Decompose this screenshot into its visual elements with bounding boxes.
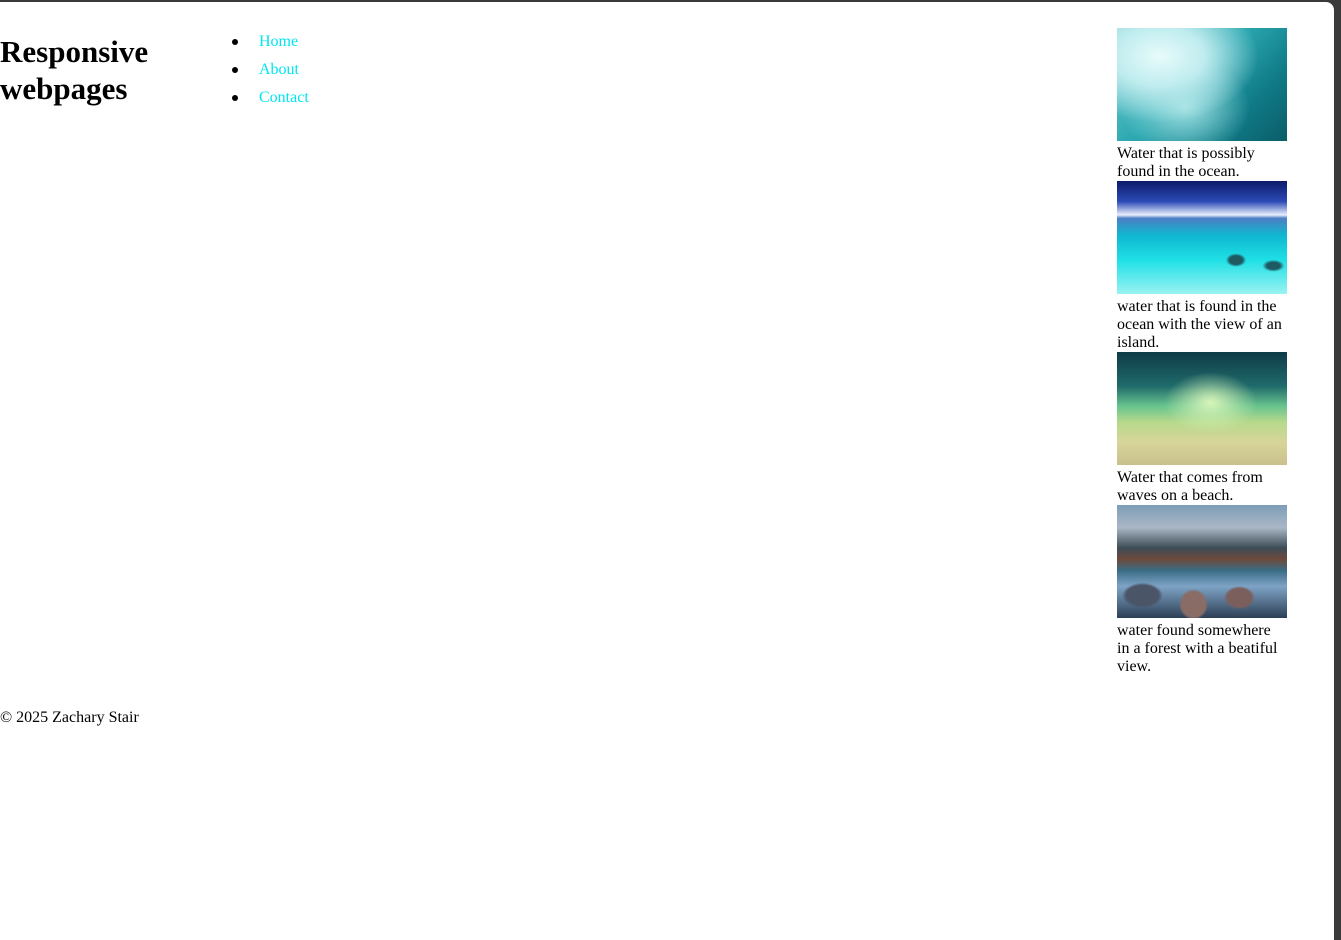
image-caption: Water that is possibly found in the ocea… xyxy=(1117,145,1255,180)
nav-link-about[interactable]: About xyxy=(259,61,299,78)
forest-lake-image xyxy=(1117,505,1287,618)
nav-link-contact[interactable]: Contact xyxy=(259,89,309,106)
nav-item-home: Home xyxy=(219,30,309,58)
ocean-water-image xyxy=(1117,28,1287,141)
image-caption: Water that comes from waves on a beach. xyxy=(1117,469,1263,504)
gallery-figure: water found somewhere in a forest with a… xyxy=(1117,505,1289,676)
island-ocean-image xyxy=(1117,181,1287,294)
nav-link-home[interactable]: Home xyxy=(259,33,298,50)
beach-wave-image xyxy=(1117,352,1287,465)
footer-copyright: © 2025 Zachary Stair xyxy=(0,709,139,726)
main-nav: Home About Contact xyxy=(219,30,309,114)
gallery-figure: Water that comes from waves on a beach. xyxy=(1117,352,1289,505)
image-caption: water that is found in the ocean with th… xyxy=(1117,298,1282,351)
gallery-figure: Water that is possibly found in the ocea… xyxy=(1117,28,1289,181)
browser-viewport: Responsive webpages Home About Contact W… xyxy=(0,2,1334,940)
gallery-figure: water that is found in the ocean with th… xyxy=(1117,181,1289,352)
nav-item-about: About xyxy=(219,58,309,86)
page-title: Responsive webpages xyxy=(0,34,149,106)
image-caption: water found somewhere in a forest with a… xyxy=(1117,622,1278,675)
image-gallery: Water that is possibly found in the ocea… xyxy=(1117,28,1289,676)
nav-item-contact: Contact xyxy=(219,86,309,114)
